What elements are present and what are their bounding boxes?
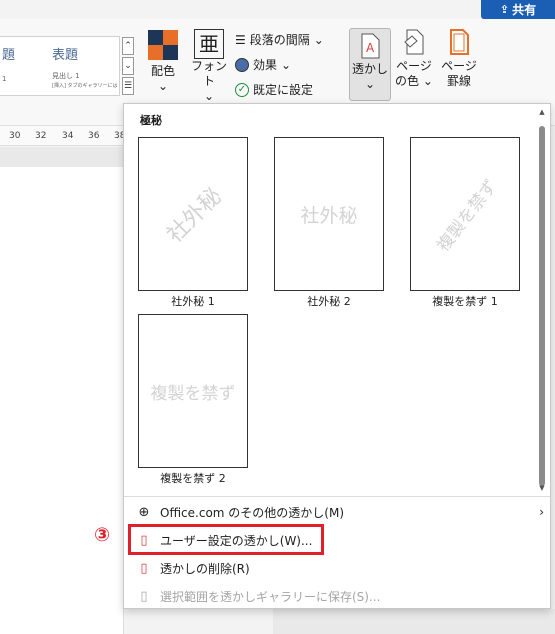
ruler-tick: 32 bbox=[35, 131, 47, 141]
watermark-option[interactable]: 社外秘 社外秘 1 bbox=[138, 137, 248, 309]
effects-icon bbox=[235, 57, 249, 72]
share-label: 共有 bbox=[512, 3, 537, 17]
style-sub-cell: 1 bbox=[2, 75, 7, 83]
watermark-label: 透かし bbox=[351, 62, 388, 76]
globe-icon: ⊕ bbox=[138, 504, 150, 520]
remove-watermark-icon: ▯ bbox=[140, 560, 148, 576]
style-heading-cell[interactable]: 表題 bbox=[52, 44, 78, 63]
effects-label: 効果 bbox=[253, 58, 278, 72]
page-color-button[interactable]: ページ の色 ⌄ bbox=[394, 28, 434, 89]
watermark-thumbnail: 複製を禁ず bbox=[138, 314, 248, 468]
share-button[interactable]: ⇪ 共有 bbox=[481, 0, 555, 19]
chevron-right-icon: › bbox=[539, 505, 544, 519]
scrollbar-thumb[interactable] bbox=[539, 126, 545, 486]
style-heading-sub: 見出し 1 bbox=[52, 72, 80, 80]
watermark-option[interactable]: 複製を禁ず 複製を禁ず 1 bbox=[410, 137, 520, 309]
watermark-preview-text: 社外秘 bbox=[300, 204, 358, 227]
watermark-preview-text: 社外秘 bbox=[162, 183, 227, 248]
set-default-button[interactable]: ✓ 既定に設定 bbox=[235, 81, 313, 98]
scroll-down-icon[interactable]: ▼ bbox=[538, 484, 546, 492]
chevron-down-icon: ⌄ bbox=[203, 89, 215, 103]
paragraph-spacing-icon: ☰ bbox=[235, 32, 246, 47]
step-marker: ③ bbox=[94, 524, 111, 546]
watermark-preview-text: 複製を禁ず bbox=[432, 175, 502, 256]
watermark-option[interactable]: 複製を禁ず 複製を禁ず 2 bbox=[138, 314, 248, 486]
horizontal-ruler: 30 32 34 36 38 bbox=[0, 126, 125, 146]
check-circle-icon: ✓ bbox=[235, 82, 249, 97]
watermark-thumbnail: 複製を禁ず bbox=[410, 137, 520, 291]
ruler-tick: 34 bbox=[62, 131, 74, 141]
page-color-icon bbox=[404, 29, 424, 55]
watermark-option[interactable]: 社外秘 社外秘 2 bbox=[274, 137, 384, 309]
remove-watermark-item[interactable]: ▯ 透かしの削除(R) bbox=[136, 555, 250, 581]
chevron-down-icon: ⌄ bbox=[281, 57, 292, 72]
watermark-button[interactable]: A 透かし ⌄ bbox=[349, 28, 391, 101]
scroll-up-icon[interactable]: ▲ bbox=[538, 108, 546, 116]
watermark-preview-text: 複製を禁ず bbox=[150, 383, 236, 404]
gallery-more-button[interactable]: ☰ bbox=[122, 77, 134, 95]
gallery-scrollbar[interactable]: ▲ ▼ bbox=[538, 108, 546, 493]
watermark-option-label: 複製を禁ず 1 bbox=[432, 295, 498, 308]
save-selection-label: 選択範囲を透かしギャラリーに保存(S)... bbox=[160, 589, 381, 604]
gallery-down-button[interactable]: ⌄ bbox=[122, 57, 134, 75]
style-heading-note: [挿入] タブのギャラリーには、文書全 bbox=[52, 83, 118, 89]
watermark-thumbnail: 社外秘 bbox=[138, 137, 248, 291]
page-borders-icon bbox=[450, 29, 469, 55]
menu-divider bbox=[124, 496, 550, 497]
page-borders-label-2: 罫線 bbox=[446, 74, 471, 88]
style-title-cell[interactable]: 題 bbox=[2, 44, 15, 63]
watermark-option-label: 複製を禁ず 2 bbox=[160, 472, 226, 485]
font-icon: 亜 bbox=[194, 29, 224, 59]
ruler-tick: 30 bbox=[9, 131, 21, 141]
page-borders-button[interactable]: ページ 罫線 bbox=[439, 28, 479, 89]
page-color-label-2: の色 ⌄ bbox=[395, 74, 433, 88]
highlight-box bbox=[128, 524, 324, 555]
gallery-up-button[interactable]: ⌃ bbox=[122, 37, 134, 55]
style-gallery[interactable]: 題 1 表題 見出し 1 [挿入] タブのギャラリーには、文書全 bbox=[0, 36, 120, 96]
effects-button[interactable]: 効果 ⌄ bbox=[235, 56, 291, 73]
remove-watermark-label: 透かしの削除(R) bbox=[160, 561, 250, 576]
gallery-section-header: 極秘 bbox=[140, 114, 162, 127]
color-scheme-icon bbox=[148, 30, 178, 60]
chevron-down-icon: ⌄ bbox=[157, 79, 169, 93]
document-page[interactable] bbox=[0, 167, 124, 634]
save-watermark-icon: ▯ bbox=[140, 588, 148, 604]
watermark-option-label: 社外秘 1 bbox=[171, 295, 215, 308]
fonts-label: フォント bbox=[190, 59, 227, 88]
color-scheme-label: 配色 bbox=[150, 64, 175, 78]
paragraph-spacing-button[interactable]: ☰ 段落の間隔 ⌄ bbox=[235, 31, 324, 48]
ruler-tick: 36 bbox=[88, 131, 100, 141]
save-selection-item: ▯ 選択範囲を透かしギャラリーに保存(S)... bbox=[136, 583, 380, 609]
watermark-icon: A bbox=[361, 33, 380, 59]
watermark-thumbnail: 社外秘 bbox=[274, 137, 384, 291]
chevron-down-icon: ⌄ bbox=[364, 77, 376, 91]
page-borders-label-1: ページ bbox=[441, 59, 477, 73]
set-default-label: 既定に設定 bbox=[253, 83, 314, 97]
watermark-option-label: 社外秘 2 bbox=[307, 295, 351, 308]
more-watermarks-item[interactable]: ⊕ Office.com のその他の透かし(M) › bbox=[136, 499, 544, 525]
page-color-label-1: ページ bbox=[396, 59, 432, 73]
share-icon: ⇪ bbox=[499, 3, 510, 16]
fonts-button[interactable]: 亜 フォント ⌄ bbox=[189, 29, 229, 104]
chevron-down-icon: ⌄ bbox=[313, 32, 324, 47]
paragraph-spacing-label: 段落の間隔 bbox=[249, 33, 310, 47]
color-scheme-button[interactable]: 配色 ⌄ bbox=[146, 29, 180, 94]
svg-text:A: A bbox=[366, 41, 375, 55]
more-watermarks-label: Office.com のその他の透かし(M) bbox=[160, 505, 345, 520]
document-background-right bbox=[273, 609, 555, 634]
